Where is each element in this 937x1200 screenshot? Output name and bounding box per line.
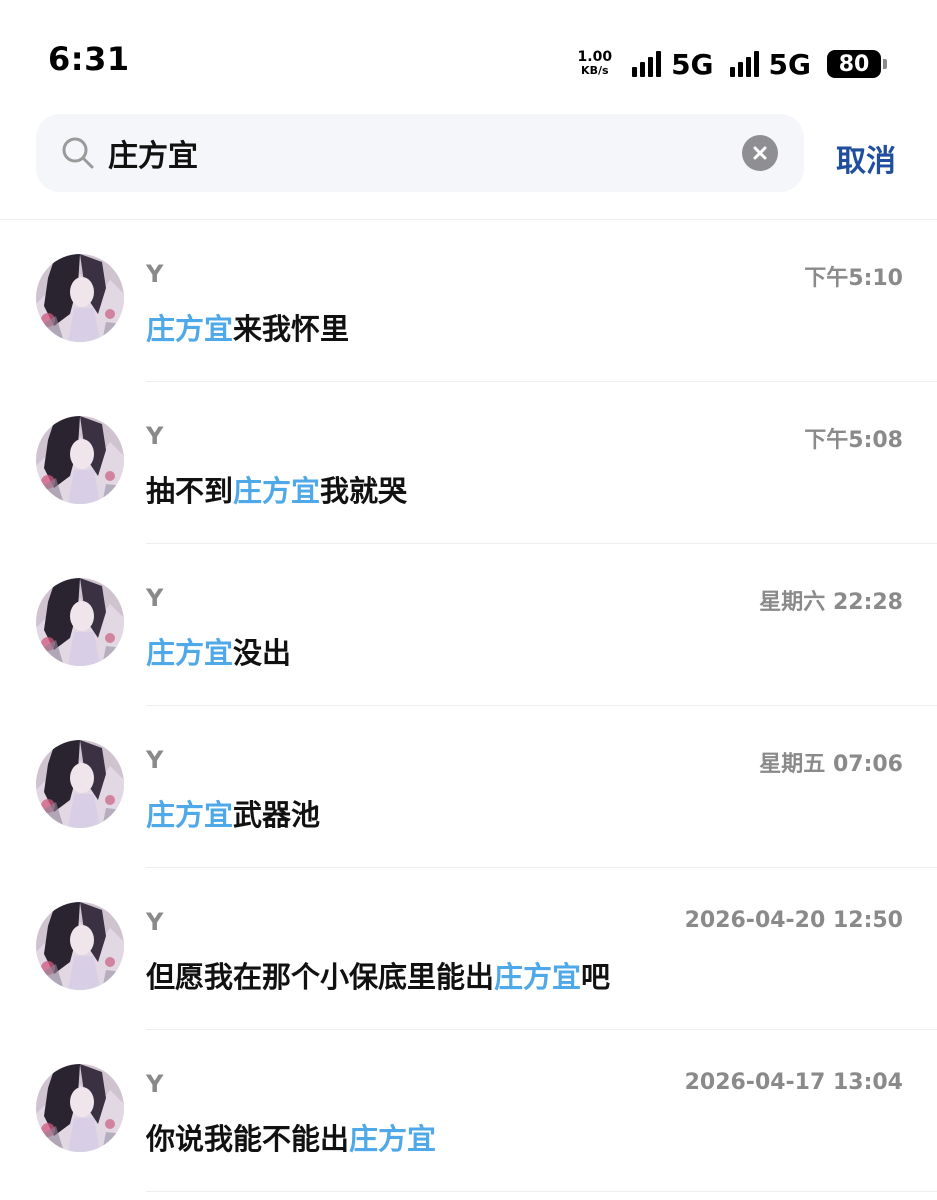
keyword-highlight: 庄方宜 — [146, 636, 234, 670]
avatar — [36, 578, 124, 666]
status-bar: 6:31 1.00 KB/s 5G 5G 80 — [0, 0, 937, 110]
message-time: 2026-04-20 12:50 — [684, 908, 903, 933]
avatar — [36, 902, 124, 990]
avatar — [36, 1064, 124, 1152]
network-speed-unit: KB/s — [581, 64, 609, 77]
search-result-item[interactable]: Y 星期六 22:28 庄方宜没出 — [0, 544, 937, 706]
message-time: 星期五 07:06 — [759, 752, 903, 777]
clear-search-button[interactable] — [742, 135, 778, 171]
network-speed-value: 1.00 — [577, 49, 613, 65]
keyword-highlight: 庄方宜 — [494, 960, 582, 994]
message-time: 下午5:10 — [804, 266, 903, 291]
search-result-item[interactable]: Y 星期五 07:06 庄方宜武器池 — [0, 706, 937, 868]
message-text: 抽不到庄方宜我就哭 — [146, 474, 408, 508]
avatar — [36, 740, 124, 828]
network-speed: 1.00 KB/s — [577, 49, 613, 77]
status-time: 6:31 — [48, 40, 130, 78]
signal-bars-icon — [729, 51, 759, 77]
avatar — [36, 254, 124, 342]
keyword-highlight: 庄方宜 — [349, 1122, 437, 1156]
search-icon — [62, 137, 94, 169]
sender-name: Y — [146, 422, 164, 450]
message-time: 2026-04-17 13:04 — [684, 1070, 903, 1095]
search-results-list: Y 下午5:10 庄方宜来我怀里 Y 下午5:08 抽不到庄方宜我就哭 Y 星期… — [0, 220, 937, 1192]
search-result-item[interactable]: Y 下午5:10 庄方宜来我怀里 — [0, 220, 937, 382]
keyword-highlight: 庄方宜 — [233, 474, 321, 508]
message-time: 星期六 22:28 — [759, 590, 903, 615]
message-time: 下午5:08 — [804, 428, 903, 453]
sender-name: Y — [146, 260, 164, 288]
search-input[interactable] — [108, 128, 728, 178]
signal-bars-icon — [632, 51, 662, 77]
search-result-item[interactable]: Y 2026-04-17 13:04 你说我能不能出庄方宜 — [0, 1030, 937, 1192]
search-result-item[interactable]: Y 2026-04-20 12:50 但愿我在那个小保底里能出庄方宜吧 — [0, 868, 937, 1030]
divider — [146, 1191, 937, 1192]
status-indicators: 1.00 KB/s 5G 5G 80 — [578, 44, 887, 84]
sender-name: Y — [146, 1070, 164, 1098]
battery-level: 80 — [827, 50, 881, 78]
network-type-label: 5G — [768, 47, 811, 81]
message-text: 庄方宜没出 — [146, 636, 292, 670]
network-type-label: 5G — [671, 47, 714, 81]
sender-name: Y — [146, 584, 164, 612]
message-text: 庄方宜武器池 — [146, 798, 321, 832]
message-text: 但愿我在那个小保底里能出庄方宜吧 — [146, 960, 611, 994]
keyword-highlight: 庄方宜 — [146, 312, 234, 346]
avatar — [36, 416, 124, 504]
sender-name: Y — [146, 746, 164, 774]
clear-icon — [753, 146, 767, 160]
search-result-item[interactable]: Y 下午5:08 抽不到庄方宜我就哭 — [0, 382, 937, 544]
message-text: 你说我能不能出庄方宜 — [146, 1122, 437, 1156]
cancel-button[interactable]: 取消 — [836, 136, 896, 180]
sender-name: Y — [146, 908, 164, 936]
keyword-highlight: 庄方宜 — [146, 798, 234, 832]
battery-icon: 80 — [827, 50, 887, 78]
message-text: 庄方宜来我怀里 — [146, 312, 350, 346]
search-bar — [36, 114, 804, 192]
